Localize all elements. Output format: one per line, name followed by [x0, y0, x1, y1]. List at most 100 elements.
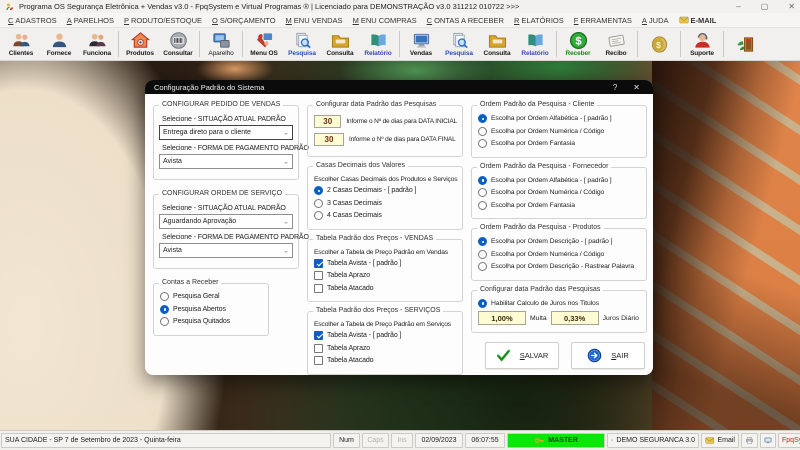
toolbar-button-aparelho[interactable]: Aparelho [202, 28, 240, 60]
checkbox-box[interactable] [314, 271, 323, 280]
toolbar-button-label: Pesquisa [288, 50, 316, 57]
group-configurar-data-padrao-das-pesquisas: Configurar data Padrão das Pesquisas30In… [307, 105, 463, 157]
checkbox-tabela-aprazo[interactable]: Tabela Aprazo [314, 344, 457, 353]
radio-button[interactable] [160, 292, 169, 301]
toolbar-button-pesquisa[interactable]: Pesquisa [440, 28, 478, 60]
radio-button[interactable] [478, 250, 487, 259]
radio-escolha-por-ordem-numerica-codigo[interactable]: Escolha por Ordem Numérica / Código [478, 188, 641, 197]
checkbox-tabela-avista-padrao[interactable]: Tabela Avista - [ padrão ] [314, 331, 457, 340]
checkbox-box[interactable] [314, 356, 323, 365]
maximize-button[interactable]: ▢ [761, 2, 769, 12]
toolbar-button-coin[interactable]: $ [640, 28, 678, 60]
toolbar-button-produtos[interactable]: Produtos [121, 28, 159, 60]
menu-item-relatorios[interactable]: RELATÓRIOS [509, 16, 569, 25]
radio-2-casas-decimais-padrao[interactable]: 2 Casas Decimais - [ padrão ] [314, 186, 457, 195]
checkbox-tabela-avista-padrao[interactable]: Tabela Avista - [ padrão ] [314, 259, 457, 268]
days-input[interactable]: 30 [314, 115, 341, 128]
percent-input-juros-diario[interactable]: 0,33% [551, 311, 599, 325]
status-segment-printer[interactable] [741, 433, 758, 448]
percent-label: Multa [530, 315, 547, 322]
radio-3-casas-decimais[interactable]: 3 Casas Decimais [314, 199, 457, 208]
radio-button[interactable] [478, 188, 487, 197]
sair-button[interactable]: SAIR [571, 342, 645, 369]
radio-pesquisa-quitados[interactable]: Pesquisa Quitados [160, 317, 263, 326]
percent-input-multa[interactable]: 1,00% [478, 311, 526, 325]
status-segment-terminal[interactable] [760, 433, 776, 448]
radio-button[interactable] [160, 317, 169, 326]
menu-item-menu-vendas[interactable]: MENU VENDAS [281, 16, 348, 25]
toolbar-button-recibo[interactable]: Recibo [597, 28, 635, 60]
radio-habilitar-calculo-de-juros-nos-titulos[interactable]: Habilitar Calculo de Juros nos Titulos [478, 299, 641, 308]
menu-item-menu-compras[interactable]: MENU COMPRAS [348, 16, 422, 25]
minimize-button[interactable]: – [736, 2, 740, 12]
status-segment-location-date: SUA CIDADE - SP 7 de Setembro de 2023 - … [1, 433, 331, 448]
radio-button[interactable] [160, 305, 169, 314]
combo-avista[interactable]: Avista⌄ [159, 154, 293, 169]
group-ordem-padrao-da-pesquisa-cliente: Ordem Padrão da Pesquisa - ClienteEscolh… [471, 105, 647, 158]
checkbox-box[interactable] [314, 259, 323, 268]
menu-item-ferramentas[interactable]: FERRAMENTAS [569, 16, 637, 25]
salvar-button[interactable]: SALVAR [485, 342, 559, 369]
combo-entrega-direto-para-o-cliente[interactable]: Entrega direto para o cliente⌄ [159, 125, 293, 140]
toolbar-button-consulta[interactable]: Consulta [478, 28, 516, 60]
radio-escolha-por-ordem-alfabetica-padrao[interactable]: Escolha por Ordem Alfabética - [ padrão … [478, 114, 641, 123]
toolbar-button-funciona[interactable]: Funciona [78, 28, 116, 60]
radio-escolha-por-ordem-alfabetica-padrao[interactable]: Escolha por Ordem Alfabética - [ padrão … [478, 176, 641, 185]
checkbox-box[interactable] [314, 344, 323, 353]
checkbox-box[interactable] [314, 331, 323, 340]
checkbox-box[interactable] [314, 284, 323, 293]
toolbar-button-menu-os[interactable]: Menu OS [245, 28, 283, 60]
toolbar-button-clientes[interactable]: Clientes [2, 28, 40, 60]
combo-avista[interactable]: Avista⌄ [159, 243, 293, 258]
radio-button[interactable] [478, 139, 487, 148]
menu-item-cadastros[interactable]: CADASTROS [3, 16, 62, 25]
radio-escolha-por-ordem-numerica-codigo[interactable]: Escolha por Ordem Numérica / Código [478, 127, 641, 136]
radio-button[interactable] [478, 262, 487, 271]
radio-button[interactable] [478, 201, 487, 210]
combo-aguardando-aprovacao[interactable]: Aguardando Aprovação⌄ [159, 214, 293, 229]
radio-button[interactable] [314, 186, 323, 195]
toolbar-button-relatorio[interactable]: Relatório [516, 28, 554, 60]
radio-escolha-por-ordem-descricao-padrao[interactable]: Escolha por Ordem Descrição - [ padrão ] [478, 237, 641, 246]
field-label: Selecione - FORMA DE PAGAMENTO PADRÃO [162, 145, 293, 152]
toolbar-button-consultar[interactable]: Consultar [159, 28, 197, 60]
checkbox-tabela-atacado[interactable]: Tabela Atacado [314, 356, 457, 365]
menu-item-ajuda[interactable]: AJUDA [637, 16, 674, 25]
radio-escolha-por-ordem-numerica-codigo[interactable]: Escolha por Ordem Numérica / Código [478, 250, 641, 259]
checkbox-tabela-aprazo[interactable]: Tabela Aprazo [314, 271, 457, 280]
radio-escolha-por-ordem-descricao-rastrear-palavra[interactable]: Escolha por Ordem Descrição - Rastrear P… [478, 262, 641, 271]
toolbar-button-consulta[interactable]: Consulta [321, 28, 359, 60]
radio-button[interactable] [478, 114, 487, 123]
days-input[interactable]: 30 [314, 133, 344, 146]
toolbar-button-suporte[interactable]: Suporte [683, 28, 721, 60]
close-button[interactable]: ✕ [788, 2, 795, 12]
toolbar-button-exit[interactable] [726, 28, 764, 60]
menu-item-os-orcamento[interactable]: OS/ORÇAMENTO [207, 16, 281, 25]
dialog-close-button[interactable]: ✕ [629, 83, 644, 92]
radio-pesquisa-geral[interactable]: Pesquisa Geral [160, 292, 263, 301]
radio-button[interactable] [478, 176, 487, 185]
radio-button[interactable] [314, 211, 323, 220]
toolbar-button-receber[interactable]: $Receber [559, 28, 597, 60]
radio-button[interactable] [478, 299, 487, 308]
toolbar-button-relatorio[interactable]: Relatório [359, 28, 397, 60]
dialog-titlebar[interactable]: Configuração Padrão do Sistema ? ✕ [145, 80, 653, 94]
toolbar-button-pesquisa[interactable]: Pesquisa [283, 28, 321, 60]
radio-button[interactable] [478, 237, 487, 246]
menu-item-contas-a-receber[interactable]: CONTAS A RECEBER [422, 16, 509, 25]
status-segment-email[interactable]: Email [701, 433, 739, 448]
toolbar-button-fornece[interactable]: Fornece [40, 28, 78, 60]
radio-button[interactable] [314, 199, 323, 208]
radio-escolha-por-ordem-fantasia[interactable]: Escolha por Ordem Fantasia [478, 201, 641, 210]
radio-button[interactable] [478, 127, 487, 136]
field-label: Selecione - SITUAÇÃO ATUAL PADRÃO [162, 205, 293, 212]
menu-item-email[interactable]: E-MAIL [674, 15, 722, 25]
radio-4-casas-decimais[interactable]: 4 Casas Decimais [314, 211, 457, 220]
menu-item-aparelhos[interactable]: APARELHOS [62, 16, 119, 25]
dialog-help-button[interactable]: ? [609, 83, 621, 92]
toolbar-button-vendas[interactable]: Vendas [402, 28, 440, 60]
menu-item-produto-estoque[interactable]: PRODUTO/ESTOQUE [119, 16, 207, 25]
radio-escolha-por-ordem-fantasia[interactable]: Escolha por Ordem Fantasia [478, 139, 641, 148]
checkbox-tabela-atacado[interactable]: Tabela Atacado [314, 284, 457, 293]
radio-pesquisa-abertos[interactable]: Pesquisa Abertos [160, 305, 263, 314]
